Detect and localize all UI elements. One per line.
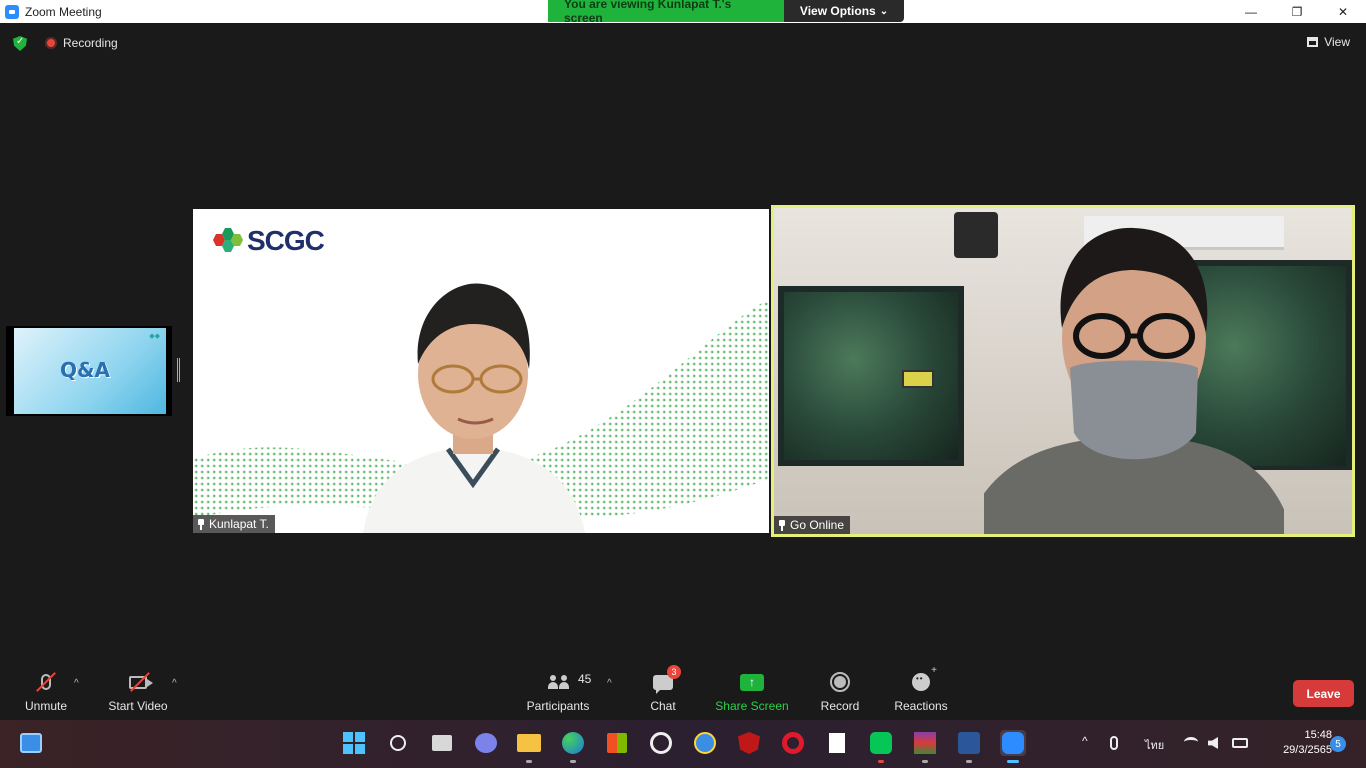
edge-browser-icon[interactable]	[560, 730, 586, 763]
restore-button[interactable]: ❐	[1274, 0, 1320, 23]
shield-icon[interactable]	[13, 36, 27, 51]
record-label: Record	[820, 699, 860, 713]
opera-browser-icon[interactable]	[780, 730, 806, 756]
record-icon	[830, 669, 850, 695]
app-circle-icon[interactable]	[648, 730, 674, 756]
zoom-app-icon	[5, 4, 19, 19]
word-icon[interactable]	[956, 730, 982, 763]
chat-unread-badge: 3	[667, 665, 681, 679]
slide-logo-icon: ◆◆	[149, 333, 160, 340]
language-indicator[interactable]: ไทย	[1145, 736, 1164, 754]
chat-icon: 3	[653, 665, 681, 695]
scgc-hex-icon	[213, 226, 243, 256]
chevron-down-icon: ⌄	[879, 5, 889, 17]
battery-icon[interactable]	[1232, 738, 1248, 748]
grid-view-icon	[1307, 37, 1319, 47]
zoom-taskbar-icon[interactable]	[1000, 730, 1026, 763]
video-tile-kunlapat[interactable]: SCGC Kunlapat T.	[193, 209, 769, 533]
window-controls: — ❐ ✕	[1228, 0, 1366, 23]
scgc-logo: SCGC	[213, 225, 325, 257]
reactions-button[interactable]: Reactions	[892, 664, 950, 720]
chat-button[interactable]: 3 Chat	[643, 664, 683, 720]
participant-name-tag: Kunlapat T.	[193, 515, 275, 533]
participant-name: Go Online	[790, 518, 845, 532]
mic-muted-icon	[36, 669, 56, 695]
participants-label: Participants	[526, 699, 590, 713]
video-options-caret-icon[interactable]: ^	[172, 678, 177, 689]
participant-name: Kunlapat T.	[209, 517, 269, 531]
participants-count: 45	[578, 672, 592, 686]
shared-screen-thumbnail[interactable]: ◆◆ Q&A	[6, 326, 172, 416]
participants-options-caret-icon[interactable]: ^	[607, 678, 612, 689]
microphone-icon[interactable]	[1110, 736, 1118, 750]
participants-icon: 45	[528, 669, 592, 695]
view-options-label: View Options	[799, 4, 876, 18]
participant-name-tag: Go Online	[774, 516, 851, 534]
pin-icon	[778, 519, 786, 531]
windows-start-icon[interactable]	[341, 730, 367, 756]
microsoft-store-icon[interactable]	[604, 730, 630, 756]
viewing-screen-text: You are viewing Kunlapat T.'s screen	[548, 0, 784, 25]
notification-badge[interactable]: 5	[1330, 736, 1346, 752]
view-label: View	[1324, 35, 1350, 49]
participant-video-go-online	[984, 227, 1284, 534]
mcafee-icon[interactable]	[736, 730, 762, 756]
resize-handle[interactable]	[177, 358, 180, 382]
volume-icon[interactable]	[1208, 737, 1218, 749]
participants-button[interactable]: 45 Participants	[524, 664, 592, 720]
help-icon[interactable]	[692, 730, 718, 756]
wifi-icon[interactable]	[1184, 737, 1198, 747]
view-button[interactable]: View	[1307, 35, 1350, 49]
window-title-bar: Zoom Meeting You are viewing Kunlapat T.…	[0, 0, 1366, 25]
pin-icon	[197, 518, 205, 530]
share-screen-label: Share Screen	[715, 699, 789, 713]
clock-date: 29/3/2565	[1283, 744, 1332, 756]
camera-off-icon	[129, 669, 153, 695]
leave-button[interactable]: Leave	[1293, 680, 1354, 707]
room-sign	[902, 370, 934, 388]
start-video-label: Start Video	[108, 699, 168, 713]
viewing-banner: You are viewing Kunlapat T.'s screen Vie…	[548, 0, 904, 25]
winrar-icon[interactable]	[912, 730, 938, 763]
tray-overflow-chevron-icon[interactable]: ^	[1082, 734, 1088, 748]
teams-chat-icon[interactable]	[473, 730, 499, 756]
reactions-label: Reactions	[894, 699, 948, 713]
line-app-icon[interactable]	[868, 730, 894, 763]
search-icon[interactable]	[385, 730, 411, 756]
chat-label: Chat	[650, 699, 676, 713]
taskbar-clock[interactable]: 15:48 29/3/2565	[1280, 728, 1332, 758]
recording-indicator[interactable]: Recording	[45, 36, 118, 50]
unmute-button[interactable]: Unmute	[18, 664, 74, 720]
share-screen-button[interactable]: ↑ Share Screen	[712, 664, 792, 720]
reactions-icon	[912, 665, 937, 695]
scgc-logo-text: SCGC	[247, 225, 325, 256]
slide-preview: ◆◆ Q&A	[14, 328, 166, 414]
file-explorer-icon[interactable]	[516, 730, 542, 763]
record-button[interactable]: Record	[818, 664, 862, 720]
view-options-button[interactable]: View Options ⌄	[784, 0, 904, 22]
close-button[interactable]: ✕	[1320, 0, 1366, 23]
recording-label: Recording	[63, 36, 118, 50]
unmute-label: Unmute	[24, 699, 68, 713]
task-view-icon[interactable]	[429, 730, 455, 756]
window-title: Zoom Meeting	[25, 4, 102, 19]
widgets-icon[interactable]	[18, 730, 44, 756]
start-video-button[interactable]: Start Video	[104, 664, 172, 720]
meeting-toolbar: Unmute ^ Start Video ^ 45 Participants ^…	[0, 664, 1366, 720]
video-tile-go-online[interactable]: Go Online	[771, 205, 1355, 537]
slide-text: Q&A	[60, 358, 110, 382]
windows-taskbar: ^ ไทย 15:48 29/3/2565 5	[0, 720, 1366, 768]
participant-video-kunlapat	[363, 283, 585, 533]
share-screen-icon: ↑	[740, 669, 764, 695]
clock-time: 15:48	[1304, 729, 1332, 741]
minimize-button[interactable]: —	[1228, 0, 1274, 23]
document-icon[interactable]	[824, 730, 850, 756]
record-dot-icon	[45, 37, 57, 49]
audio-options-caret-icon[interactable]: ^	[74, 678, 79, 689]
